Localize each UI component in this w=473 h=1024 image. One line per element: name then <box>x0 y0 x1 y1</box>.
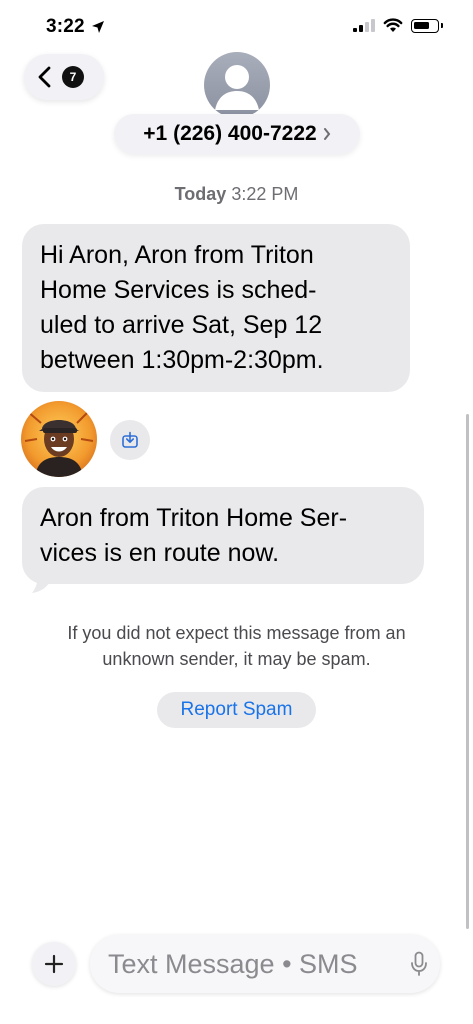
message-line: vices is en route now. <box>40 539 280 567</box>
incoming-message-bubble[interactable]: Hi Aron, Aron from Triton Home Services … <box>22 224 410 392</box>
scrollbar[interactable] <box>466 414 469 929</box>
person-icon <box>215 65 259 110</box>
back-button[interactable]: 7 <box>24 54 104 100</box>
contact-number: +1 (226) 400-7222 <box>143 122 317 145</box>
status-indicators <box>353 18 443 33</box>
sender-avatar[interactable] <box>21 401 97 477</box>
message-input-container[interactable] <box>90 935 440 993</box>
spam-warning-line: unknown sender, it may be spam. <box>102 649 371 669</box>
sender-avatar-image <box>21 401 97 477</box>
chevron-right-icon <box>323 128 330 140</box>
bubble-tail <box>32 574 50 593</box>
message-input[interactable] <box>108 948 398 980</box>
wifi-icon <box>383 18 403 32</box>
spam-warning-line: If you did not expect this message from … <box>67 623 406 643</box>
message-line: uled to arrive Sat, Sep 12 <box>40 311 323 339</box>
mic-icon[interactable] <box>410 951 428 977</box>
incoming-message-bubble[interactable]: Aron from Triton Home Ser- vices is en r… <box>22 487 424 584</box>
status-bar: 3:22 <box>0 0 473 54</box>
message-line: between 1:30pm-2:30pm. <box>40 346 324 374</box>
contact-name-button[interactable]: +1 (226) 400-7222 <box>114 114 360 154</box>
status-time-group: 3:22 <box>46 16 105 38</box>
message-timestamp: Today 3:22 PM <box>0 184 473 205</box>
message-line: Hi Aron, Aron from Triton <box>40 241 314 269</box>
apps-plus-button[interactable] <box>32 942 76 986</box>
timestamp-time: 3:22 PM <box>231 184 299 204</box>
status-time: 3:22 <box>46 16 85 37</box>
unread-badge: 7 <box>62 66 84 88</box>
message-line: Home Services is sched- <box>40 276 317 304</box>
back-chevron-icon <box>38 66 51 88</box>
plus-icon <box>44 954 64 974</box>
save-icon <box>122 431 138 448</box>
timestamp-day: Today <box>174 184 227 204</box>
spam-warning: If you did not expect this message from … <box>20 620 453 672</box>
signal-icon <box>353 19 375 32</box>
report-spam-button[interactable]: Report Spam <box>157 692 316 728</box>
location-arrow-icon <box>91 21 104 33</box>
battery-icon <box>411 18 443 33</box>
message-line: Aron from Triton Home Ser- <box>40 504 348 532</box>
contact-avatar[interactable] <box>204 52 270 118</box>
save-attachment-button[interactable] <box>110 420 150 460</box>
